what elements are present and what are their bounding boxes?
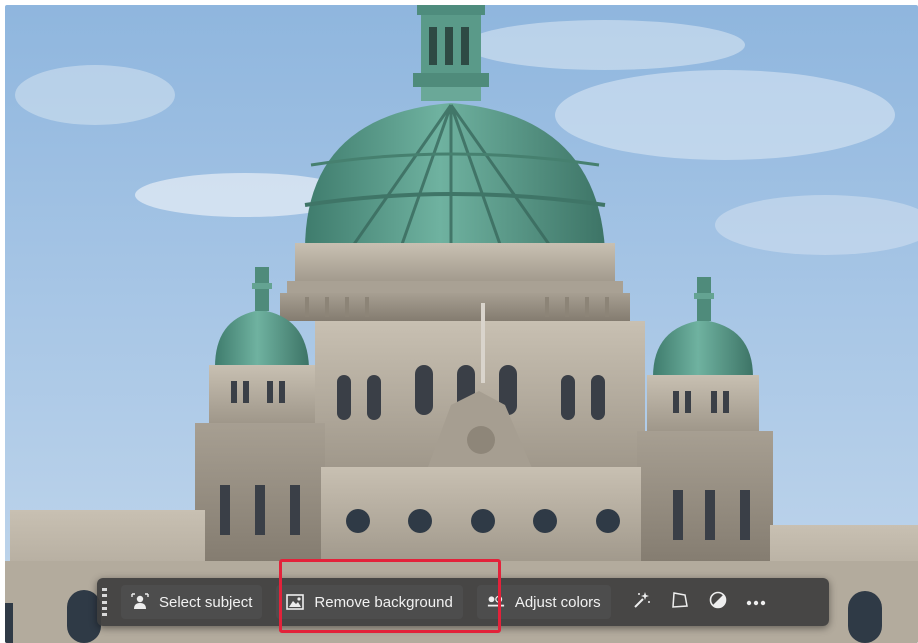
photo-legislature-building [5, 5, 918, 643]
select-subject-button[interactable]: Select subject [121, 585, 263, 619]
transform-icon [670, 590, 690, 615]
person-select-icon [131, 593, 149, 611]
grip-icon[interactable] [102, 588, 107, 616]
building-illustration [5, 5, 918, 643]
canvas: Select subject Remove background Adjust … [0, 0, 918, 643]
adjustment-layer-button[interactable] [701, 585, 735, 619]
sparkle-wand-icon [632, 590, 652, 615]
more-dots-icon [746, 593, 766, 611]
generative-fill-button[interactable] [625, 585, 659, 619]
more-options-button[interactable] [739, 585, 773, 619]
select-subject-label: Select subject [159, 593, 253, 611]
contrast-circle-icon [709, 591, 727, 614]
transform-button[interactable] [663, 585, 697, 619]
highlight-box [279, 559, 501, 633]
adjust-colors-label: Adjust colors [514, 593, 601, 611]
